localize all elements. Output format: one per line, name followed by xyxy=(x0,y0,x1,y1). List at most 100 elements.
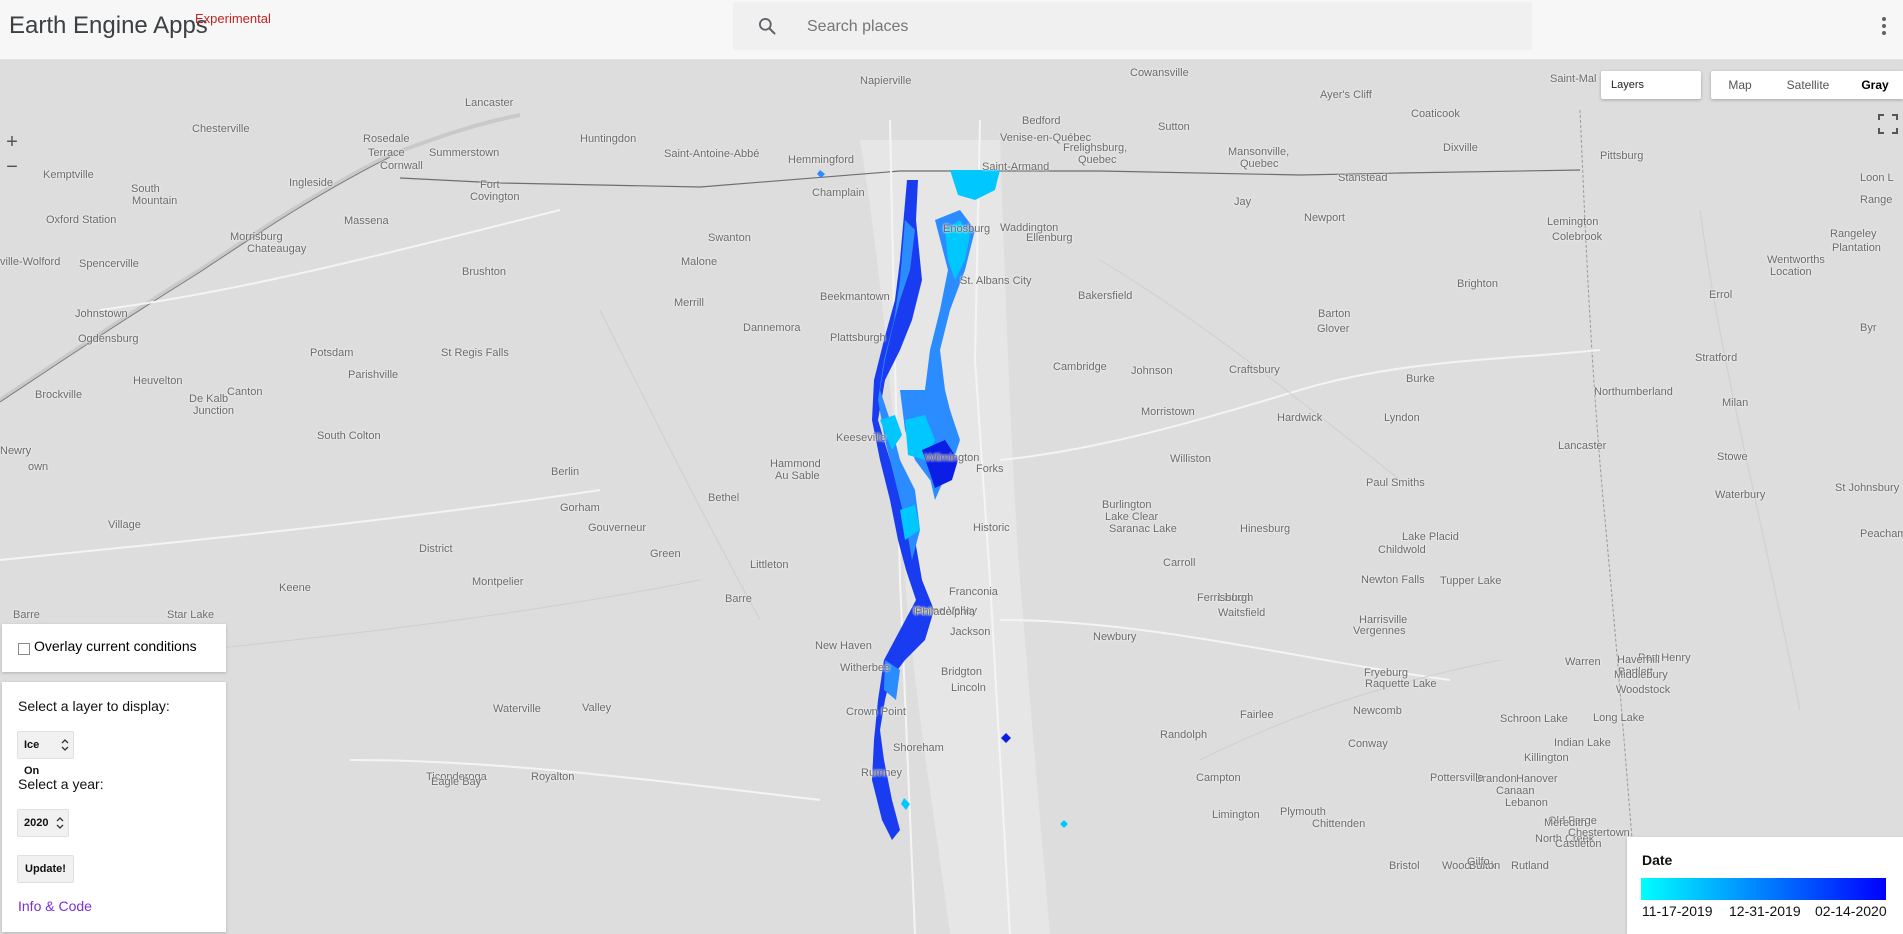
layer-select[interactable]: Ice On xyxy=(17,731,74,777)
map-place-label: Byr xyxy=(1860,322,1877,334)
map-place-label: Schroon Lake xyxy=(1500,713,1568,725)
map-place-label: Gouverneur xyxy=(588,522,647,534)
map-place-label: Valley xyxy=(582,702,612,714)
map-place-label: Hardwick xyxy=(1277,412,1323,424)
map-place-label: Swanton xyxy=(708,232,751,244)
map-place-label: Chittenden xyxy=(1312,818,1366,830)
map-place-label: Plymouth xyxy=(1280,806,1326,818)
map-place-label: Plantation xyxy=(1832,242,1881,254)
map-place-label: Stanstead xyxy=(1338,172,1388,184)
app-title: Earth Engine Apps xyxy=(9,12,208,39)
map-place-label: Carroll xyxy=(1163,557,1196,569)
app-root: Earth Engine Apps Experimental Search pl… xyxy=(0,0,1903,934)
overlay-checkbox-label[interactable]: Overlay current conditions xyxy=(34,638,197,654)
map-place-label: Location xyxy=(1770,266,1812,278)
map-place-label: Keeseville xyxy=(836,432,887,444)
map-place-label: Lake Placid xyxy=(1402,531,1459,543)
overlay-checkbox[interactable] xyxy=(18,643,30,655)
map-place-label: Vergennes xyxy=(1353,625,1406,637)
map-place-label: Chesterville xyxy=(192,123,250,135)
map-place-label: Northumberland xyxy=(1594,386,1673,398)
map-place-label: Brockville xyxy=(35,389,83,401)
map-place-label: St Johnsbury xyxy=(1835,482,1900,494)
map-place-label: Randolph xyxy=(1160,729,1208,741)
zoom-out-button[interactable]: − xyxy=(0,155,24,181)
map-place-label: Malone xyxy=(681,256,718,268)
map-place-label: Johnstown xyxy=(75,308,128,320)
map-place-label: Ayer's Cliff xyxy=(1320,89,1372,101)
map-place-label: Fairlee xyxy=(1240,709,1274,721)
map-place-label: Bakersfield xyxy=(1078,290,1133,302)
map-type-selector: Map Satellite Gray xyxy=(1711,71,1903,99)
map-place-label: St Regis Falls xyxy=(441,347,509,359)
map-place-label: Lemington xyxy=(1547,216,1599,228)
map-place-label: Peacham xyxy=(1860,528,1903,540)
map-place-label: Bedford xyxy=(1022,115,1061,127)
map-place-label: Philadelphia xyxy=(915,606,975,618)
map-place-label: Potsdam xyxy=(310,347,354,359)
map-place-label: Oxford Station xyxy=(46,214,117,226)
map-place-label: Cornwall xyxy=(380,160,423,172)
map-place-label: Shoreham xyxy=(893,742,944,754)
map-place-label: Terrace xyxy=(368,147,405,159)
layers-dropdown[interactable]: Layers xyxy=(1601,71,1701,99)
map-place-label: Witherbee xyxy=(840,662,891,674)
map-place-label: Summerstown xyxy=(429,147,500,159)
map-place-label: Newton Falls xyxy=(1361,574,1425,586)
map-place-label: Champlain xyxy=(812,187,865,199)
map-place-label: Heuvelton xyxy=(133,375,183,387)
map-place-label: Lincoln xyxy=(951,682,986,694)
map-place-label: Haverhill xyxy=(1617,654,1660,666)
year-select[interactable]: 2020 xyxy=(17,809,69,837)
legend-tick-mid: 12-31-2019 xyxy=(1729,903,1801,919)
map-place-label: Brighton xyxy=(1457,278,1498,290)
map-place-label: Sutton xyxy=(1158,121,1190,133)
search-box[interactable] xyxy=(733,2,1532,52)
map-place-label: Pittsburg xyxy=(1600,150,1644,162)
map-place-label: Waitsfield xyxy=(1218,607,1266,619)
search-input[interactable] xyxy=(805,2,1509,52)
update-button[interactable]: Update! xyxy=(17,855,74,883)
info-code-link[interactable]: Info & Code xyxy=(18,898,92,914)
map-place-label: Wilmington xyxy=(925,452,980,464)
map-canvas[interactable]: Lancaster Chesterville Napierville Cowansvi… xyxy=(0,60,1903,934)
map-place-label: Dannemora xyxy=(743,322,801,334)
map-place-label: Rosedale xyxy=(363,133,410,145)
map-place-label: own xyxy=(28,461,49,473)
zoom-in-button[interactable]: + xyxy=(0,130,24,156)
map-place-label: Chateaugay xyxy=(247,243,307,255)
map-type-satellite-button[interactable]: Satellite xyxy=(1769,71,1847,99)
map-place-label: Pottersville xyxy=(1430,772,1484,784)
more-vert-icon[interactable] xyxy=(1876,14,1892,38)
map-place-label: Brushton xyxy=(462,266,507,278)
map-place-label: Covington xyxy=(470,191,520,203)
map-place-label: Saint-Antoine-Abbé xyxy=(664,148,760,160)
map-place-label: Merrill xyxy=(674,297,704,309)
search-icon[interactable] xyxy=(757,16,777,36)
map-place-label: Hammond xyxy=(770,458,821,470)
map-place-label: Village xyxy=(108,519,141,531)
map-place-label: South Colton xyxy=(317,430,381,442)
map-place-label: Plattsburgh xyxy=(830,332,886,344)
experimental-badge: Experimental xyxy=(195,11,271,26)
map-place-label: Rumney xyxy=(861,767,902,779)
map-place-label: Massena xyxy=(344,215,389,227)
map-place-label: Castleton xyxy=(1555,838,1602,850)
map-place-label: Morristown xyxy=(1141,406,1195,418)
map-place-label: Bristol xyxy=(1389,860,1420,872)
map-place-label: Hanover xyxy=(1516,773,1558,785)
map-place-label: Ferrisburgh xyxy=(1197,592,1254,604)
map-place-label: Warren xyxy=(1565,656,1601,668)
map-place-label: Berlin xyxy=(551,466,580,478)
map-place-label: Newcomb xyxy=(1353,705,1402,717)
map-type-gray-button[interactable]: Gray xyxy=(1847,71,1903,99)
map-place-label: Junction xyxy=(193,405,234,417)
map-type-map-button[interactable]: Map xyxy=(1711,71,1769,99)
map-place-label: Barre xyxy=(13,609,40,621)
map-place-label: Hinesburg xyxy=(1240,523,1291,535)
map-place-label: Beekmantown xyxy=(820,291,890,303)
legend-tick-end: 02-14-2020 xyxy=(1815,903,1887,919)
map-place-label: Bethel xyxy=(708,492,740,504)
fullscreen-icon[interactable] xyxy=(1876,112,1900,136)
map-place-label: Loon L xyxy=(1860,172,1894,184)
